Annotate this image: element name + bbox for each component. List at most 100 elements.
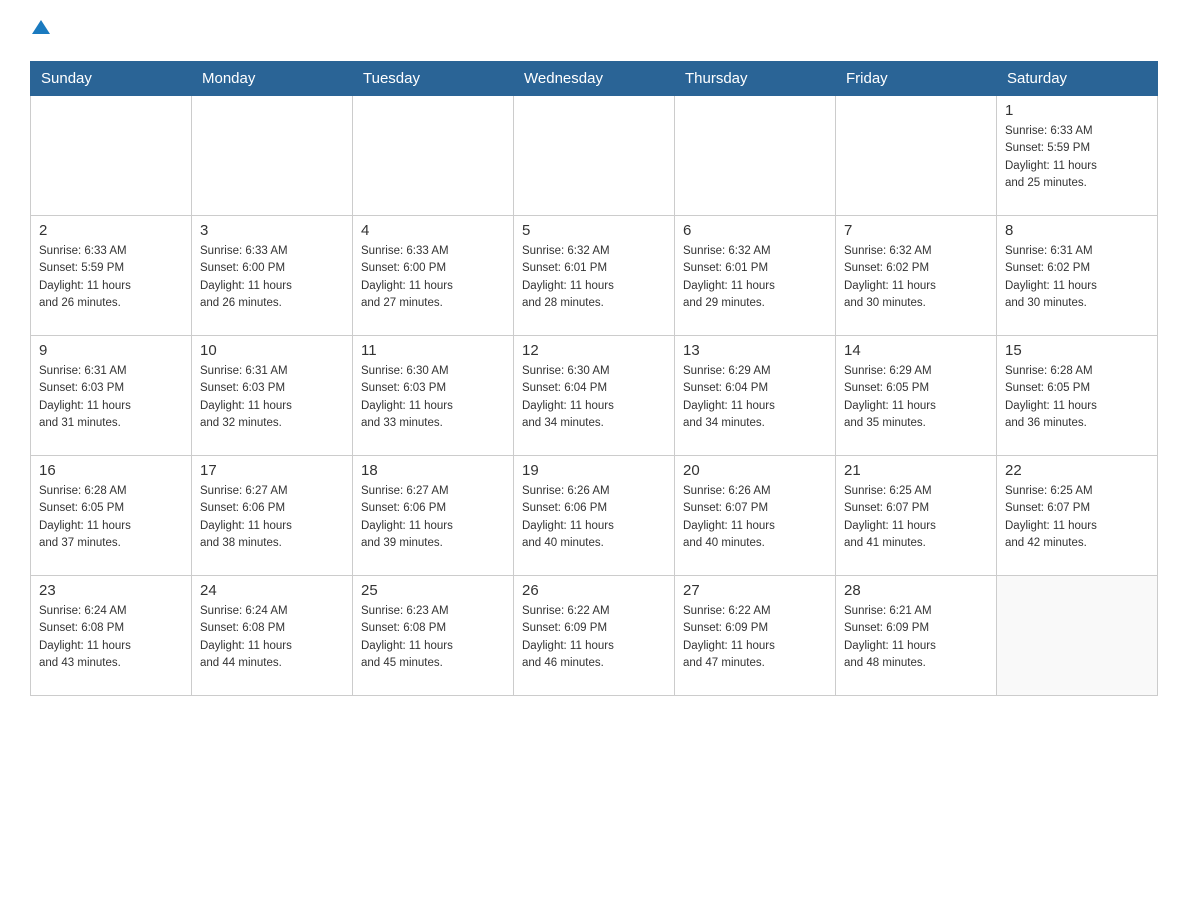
day-info: Sunrise: 6:25 AMSunset: 6:07 PMDaylight:… [1005,483,1149,552]
calendar-cell: 2 Sunrise: 6:33 AMSunset: 5:59 PMDaylight… [31,216,192,336]
calendar-cell: 4 Sunrise: 6:33 AMSunset: 6:00 PMDaylight… [353,216,514,336]
day-number: 19 [522,462,666,479]
day-number: 3 [200,222,344,239]
calendar-cell: 7 Sunrise: 6:32 AMSunset: 6:02 PMDaylight… [836,216,997,336]
day-info: Sunrise: 6:33 AMSunset: 5:59 PMDaylight:… [1005,123,1149,192]
day-number: 27 [683,582,827,599]
calendar-cell: 12 Sunrise: 6:30 AMSunset: 6:04 PMDayligh… [514,336,675,456]
calendar-cell: 5Sunrise: 6:32 AMSunset: 6:01 PMDaylight… [514,216,675,336]
weekday-header-row: Sunday Monday Tuesday Wednesday Thursday… [31,62,1158,96]
day-number: 12 [522,342,666,359]
calendar-cell: 15 Sunrise: 6:28 AMSunset: 6:05 PMDayligh… [997,336,1158,456]
calendar-cell [675,96,836,216]
day-info: Sunrise: 6:21 AMSunset: 6:09 PMDaylight:… [844,603,988,672]
calendar-week-row: 2 Sunrise: 6:33 AMSunset: 5:59 PMDaylight… [31,216,1158,336]
day-info: Sunrise: 6:33 AMSunset: 5:59 PMDaylight:… [39,243,183,312]
day-number: 28 [844,582,988,599]
day-number: 11 [361,342,505,359]
calendar-week-row: 23 Sunrise: 6:24 AMSunset: 6:08 PMDayligh… [31,576,1158,696]
day-info: Sunrise: 6:27 AMSunset: 6:06 PMDaylight:… [361,483,505,552]
day-info: Sunrise: 6:24 AMSunset: 6:08 PMDaylight:… [200,603,344,672]
day-info: Sunrise: 6:32 AMSunset: 6:01 PMDaylight:… [683,243,827,312]
day-number: 2 [39,222,183,239]
day-number: 15 [1005,342,1149,359]
day-info: Sunrise: 6:29 AMSunset: 6:05 PMDaylight:… [844,363,988,432]
calendar-week-row: 9 Sunrise: 6:31 AMSunset: 6:03 PMDaylight… [31,336,1158,456]
calendar-cell: 3 Sunrise: 6:33 AMSunset: 6:00 PMDaylight… [192,216,353,336]
calendar-cell: 13 Sunrise: 6:29 AMSunset: 6:04 PMDayligh… [675,336,836,456]
calendar-cell: 26Sunrise: 6:22 AMSunset: 6:09 PMDayligh… [514,576,675,696]
day-number: 20 [683,462,827,479]
calendar-cell: 28 Sunrise: 6:21 AMSunset: 6:09 PMDayligh… [836,576,997,696]
day-info: Sunrise: 6:22 AMSunset: 6:09 PMDaylight:… [683,603,827,672]
day-number: 13 [683,342,827,359]
day-info: Sunrise: 6:26 AMSunset: 6:07 PMDaylight:… [683,483,827,552]
day-info: Sunrise: 6:33 AMSunset: 6:00 PMDaylight:… [361,243,505,312]
day-info: Sunrise: 6:25 AMSunset: 6:07 PMDaylight:… [844,483,988,552]
day-info: Sunrise: 6:29 AMSunset: 6:04 PMDaylight:… [683,363,827,432]
calendar-cell [192,96,353,216]
header-wednesday: Wednesday [514,62,675,96]
header-sunday: Sunday [31,62,192,96]
calendar-cell [514,96,675,216]
calendar-cell [836,96,997,216]
day-number: 9 [39,342,183,359]
day-number: 8 [1005,222,1149,239]
day-number: 16 [39,462,183,479]
day-number: 25 [361,582,505,599]
day-info: Sunrise: 6:32 AMSunset: 6:02 PMDaylight:… [844,243,988,312]
day-info: Sunrise: 6:28 AMSunset: 6:05 PMDaylight:… [1005,363,1149,432]
logo [30,20,50,41]
header-saturday: Saturday [997,62,1158,96]
calendar-week-row: 16 Sunrise: 6:28 AMSunset: 6:05 PMDayligh… [31,456,1158,576]
day-number: 6 [683,222,827,239]
day-number: 14 [844,342,988,359]
day-info: Sunrise: 6:24 AMSunset: 6:08 PMDaylight:… [39,603,183,672]
day-number: 18 [361,462,505,479]
day-number: 23 [39,582,183,599]
day-number: 7 [844,222,988,239]
calendar-cell: 16 Sunrise: 6:28 AMSunset: 6:05 PMDayligh… [31,456,192,576]
day-number: 10 [200,342,344,359]
day-number: 4 [361,222,505,239]
page-header [30,20,1158,41]
calendar-cell [353,96,514,216]
calendar-cell: 10Sunrise: 6:31 AMSunset: 6:03 PMDayligh… [192,336,353,456]
day-number: 21 [844,462,988,479]
day-info: Sunrise: 6:30 AMSunset: 6:03 PMDaylight:… [361,363,505,432]
day-info: Sunrise: 6:31 AMSunset: 6:03 PMDaylight:… [39,363,183,432]
calendar-cell: 23 Sunrise: 6:24 AMSunset: 6:08 PMDayligh… [31,576,192,696]
day-info: Sunrise: 6:23 AMSunset: 6:08 PMDaylight:… [361,603,505,672]
calendar-cell: 1Sunrise: 6:33 AMSunset: 5:59 PMDaylight… [997,96,1158,216]
calendar-cell: 9 Sunrise: 6:31 AMSunset: 6:03 PMDaylight… [31,336,192,456]
day-info: Sunrise: 6:30 AMSunset: 6:04 PMDaylight:… [522,363,666,432]
calendar-cell: 14 Sunrise: 6:29 AMSunset: 6:05 PMDayligh… [836,336,997,456]
calendar-cell [31,96,192,216]
header-friday: Friday [836,62,997,96]
header-tuesday: Tuesday [353,62,514,96]
calendar-cell: 17Sunrise: 6:27 AMSunset: 6:06 PMDayligh… [192,456,353,576]
header-thursday: Thursday [675,62,836,96]
header-monday: Monday [192,62,353,96]
day-info: Sunrise: 6:28 AMSunset: 6:05 PMDaylight:… [39,483,183,552]
calendar-body: 1Sunrise: 6:33 AMSunset: 5:59 PMDaylight… [31,96,1158,696]
calendar-cell: 8 Sunrise: 6:31 AMSunset: 6:02 PMDaylight… [997,216,1158,336]
calendar-cell: 19 Sunrise: 6:26 AMSunset: 6:06 PMDayligh… [514,456,675,576]
day-info: Sunrise: 6:27 AMSunset: 6:06 PMDaylight:… [200,483,344,552]
day-number: 24 [200,582,344,599]
day-info: Sunrise: 6:31 AMSunset: 6:02 PMDaylight:… [1005,243,1149,312]
logo-triangle-icon [32,20,50,39]
calendar-cell: 25 Sunrise: 6:23 AMSunset: 6:08 PMDayligh… [353,576,514,696]
calendar-cell: 27 Sunrise: 6:22 AMSunset: 6:09 PMDayligh… [675,576,836,696]
calendar-cell [997,576,1158,696]
calendar-cell: 11 Sunrise: 6:30 AMSunset: 6:03 PMDayligh… [353,336,514,456]
calendar-week-row: 1Sunrise: 6:33 AMSunset: 5:59 PMDaylight… [31,96,1158,216]
calendar-cell: 18 Sunrise: 6:27 AMSunset: 6:06 PMDayligh… [353,456,514,576]
day-number: 5 [522,222,666,239]
day-info: Sunrise: 6:33 AMSunset: 6:00 PMDaylight:… [200,243,344,312]
calendar-cell: 24 Sunrise: 6:24 AMSunset: 6:08 PMDayligh… [192,576,353,696]
calendar-table: Sunday Monday Tuesday Wednesday Thursday… [30,61,1158,696]
day-info: Sunrise: 6:26 AMSunset: 6:06 PMDaylight:… [522,483,666,552]
calendar-cell: 21 Sunrise: 6:25 AMSunset: 6:07 PMDayligh… [836,456,997,576]
calendar-cell: 22Sunrise: 6:25 AMSunset: 6:07 PMDayligh… [997,456,1158,576]
